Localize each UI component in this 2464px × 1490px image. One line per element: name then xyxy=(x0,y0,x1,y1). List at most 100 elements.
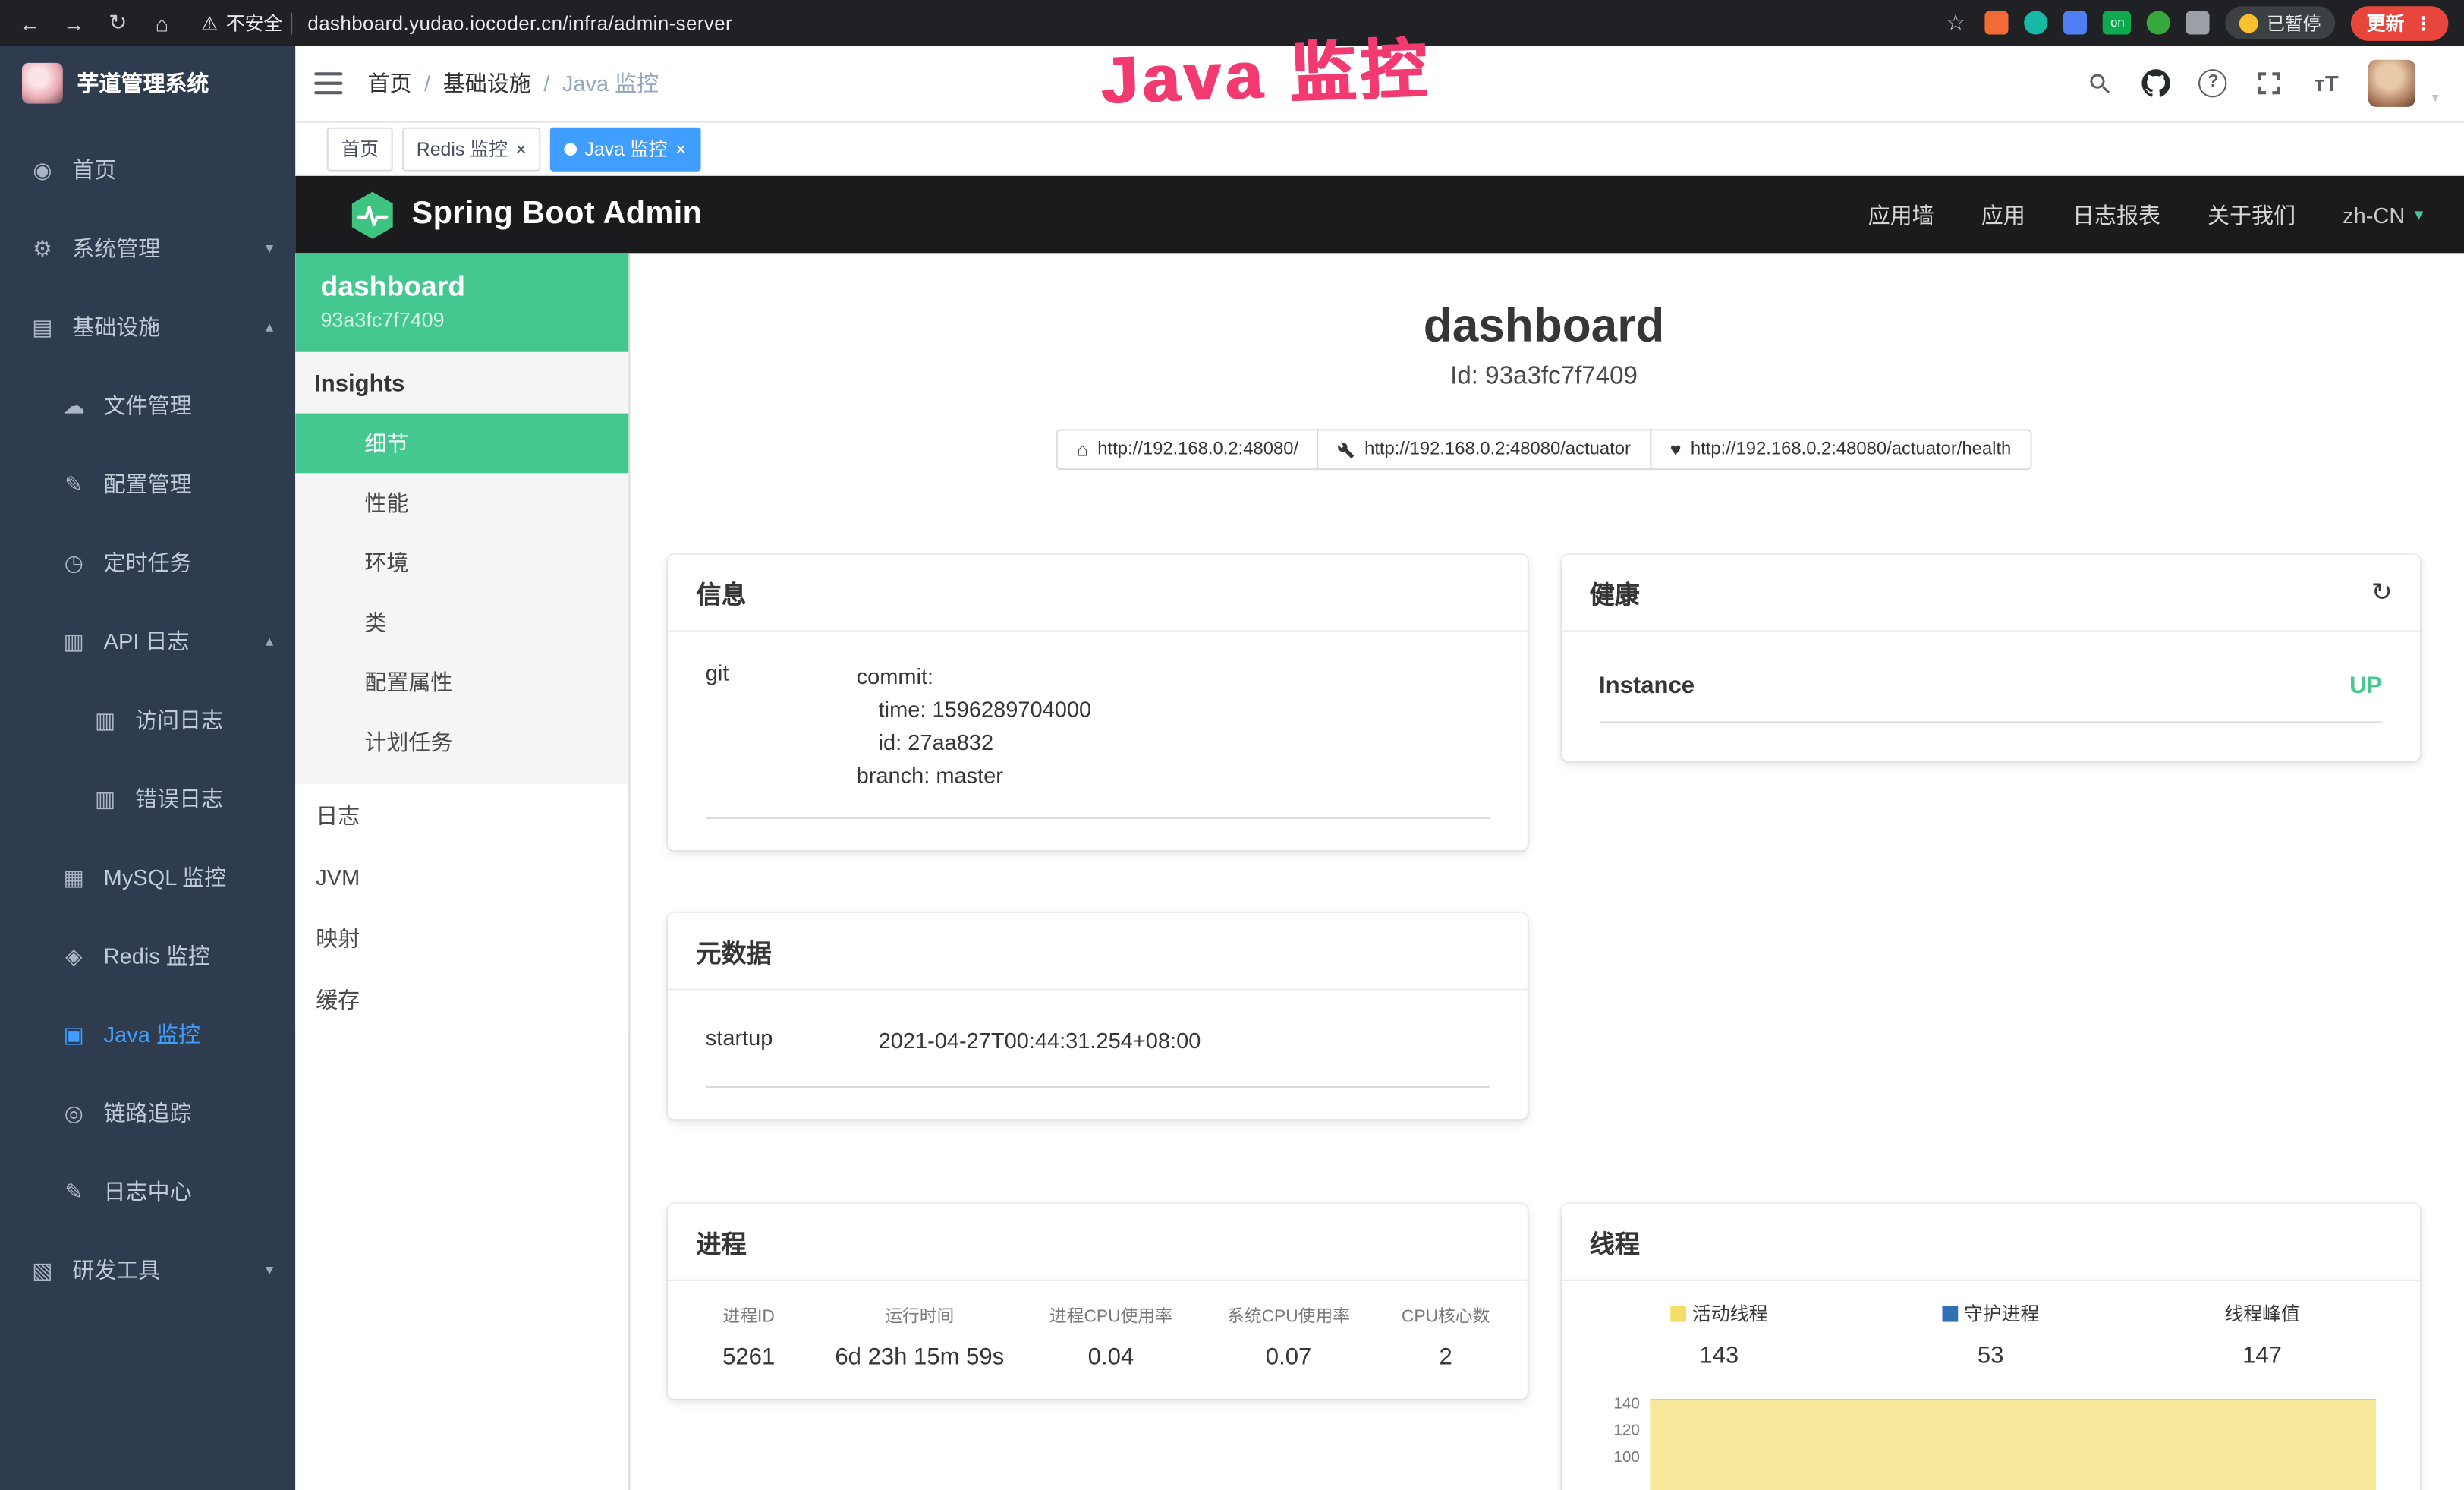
back-icon[interactable]: ← xyxy=(16,10,44,35)
sidebar-item-trace[interactable]: ◎ 链路追踪 xyxy=(0,1073,295,1152)
sba-item-scheduled-tasks[interactable]: 计划任务 xyxy=(295,712,628,772)
info-card: 信息 git commit: time: 1596289704000 id: 2… xyxy=(668,555,1527,850)
live-threads-area xyxy=(1649,1399,2376,1490)
instance-title: dashboard xyxy=(668,301,2420,354)
extension-icon[interactable] xyxy=(1985,11,2009,34)
sba-instance-header[interactable]: dashboard 93a3fc7f7409 xyxy=(295,253,628,351)
browser-home-icon[interactable]: ⌂ xyxy=(148,10,176,35)
health-row-instance[interactable]: Instance UP xyxy=(1599,654,2382,723)
user-avatar[interactable] xyxy=(2369,60,2416,107)
sidebar-item-devtools[interactable]: ▧ 研发工具 ▾ xyxy=(0,1230,295,1309)
history-icon[interactable]: ↺ xyxy=(2371,577,2392,608)
sidebar-item-log-center[interactable]: ✎ 日志中心 xyxy=(0,1152,295,1231)
address-bar[interactable]: dashboard.yudao.iocoder.cn/infra/admin-s… xyxy=(307,12,732,34)
sba-item-caches[interactable]: 缓存 xyxy=(295,969,628,1030)
sidebar-item-config-manage[interactable]: ✎ 配置管理 xyxy=(0,445,295,524)
process-col-header: 进程ID xyxy=(681,1303,817,1328)
font-size-icon[interactable]: тT xyxy=(2312,69,2340,97)
sidebar-item-java-monitor[interactable]: ▣ Java 监控 xyxy=(0,995,295,1074)
sba-content: dashboard Id: 93a3fc7f7409 ⌂ http://192.… xyxy=(630,253,2464,1490)
sidebar-item-redis-monitor[interactable]: ◈ Redis 监控 xyxy=(0,916,295,995)
sba-item-environment[interactable]: 环境 xyxy=(295,533,628,593)
sba-nav-about[interactable]: 关于我们 xyxy=(2208,199,2296,230)
sba-item-classes[interactable]: 类 xyxy=(295,593,628,653)
sidebar-item-schedule[interactable]: ◷ 定时任务 xyxy=(0,524,295,603)
sidebar-item-label: Redis 监控 xyxy=(104,940,210,971)
url-divider xyxy=(291,12,292,34)
sba-item-metrics[interactable]: 性能 xyxy=(295,473,628,533)
tag-java-monitor[interactable]: Java 监控 × xyxy=(550,127,700,171)
clock-icon: ◷ xyxy=(60,550,88,576)
sba-nav-wallboard[interactable]: 应用墙 xyxy=(1868,199,1934,230)
forward-icon[interactable]: → xyxy=(60,10,88,35)
sidebar-item-mysql-monitor[interactable]: ▦ MySQL 监控 xyxy=(0,838,295,917)
sba-nav-journal[interactable]: 日志报表 xyxy=(2072,199,2160,230)
bookmark-star-icon[interactable]: ☆ xyxy=(1941,9,1969,36)
sba-item-mappings[interactable]: 映射 xyxy=(295,907,628,969)
extension-icon[interactable] xyxy=(2064,11,2088,34)
sidebar-item-api-log[interactable]: ▥ API 日志 ▴ xyxy=(0,602,295,681)
process-col-header: 系统CPU使用率 xyxy=(1200,1303,1377,1328)
help-icon[interactable]: ? xyxy=(2199,69,2227,97)
github-icon[interactable] xyxy=(2142,69,2170,97)
sidebar-item-error-log[interactable]: ▥ 错误日志 xyxy=(0,759,295,838)
extension-icon[interactable] xyxy=(2025,11,2048,34)
tag-redis-monitor[interactable]: Redis 监控 × xyxy=(402,127,540,171)
process-card-title: 进程 xyxy=(696,1223,746,1261)
process-uptime: 6d 23h 15m 59s xyxy=(817,1344,1022,1371)
metadata-card: 元数据 startup 2021-04-27T00:44:31.254+08:0… xyxy=(668,913,1527,1119)
fullscreen-icon[interactable] xyxy=(2256,69,2284,97)
sba-nav-applications[interactable]: 应用 xyxy=(1981,199,2025,230)
sidebar-item-label: 研发工具 xyxy=(72,1254,160,1285)
app-topbar: 首页 / 基础设施 / Java 监控 ? xyxy=(295,46,2464,122)
instance-links: ⌂ http://192.168.0.2:48080/ http://192.1… xyxy=(668,429,2420,470)
close-icon[interactable]: × xyxy=(515,139,527,158)
sba-item-configprops[interactable]: 配置属性 xyxy=(295,652,628,712)
actuator-url-button[interactable]: http://192.168.0.2:48080/actuator xyxy=(1317,429,1651,470)
close-icon[interactable]: × xyxy=(675,139,687,158)
browser-menu-icon[interactable]: ⋮ xyxy=(2414,12,2433,34)
app-logo[interactable]: 芋道管理系统 xyxy=(0,46,295,121)
database-icon: ▦ xyxy=(60,864,88,890)
sidebar-item-label: 基础设施 xyxy=(72,311,160,342)
sidebar-item-access-log[interactable]: ▥ 访问日志 xyxy=(0,681,295,760)
health-url-button[interactable]: ♥ http://192.168.0.2:48080/actuator/heal… xyxy=(1650,429,2031,470)
sba-section-insights: Insights xyxy=(295,352,628,414)
live-threads-value: 143 xyxy=(1583,1342,1855,1369)
legend-daemon-threads: 守护进程 xyxy=(1855,1300,2126,1327)
metadata-row-startup: startup 2021-04-27T00:44:31.254+08:00 xyxy=(706,997,1489,1088)
legend-swatch xyxy=(1942,1306,1958,1321)
sba-brand[interactable]: Spring Boot Admin xyxy=(349,190,703,240)
collapse-menu-icon[interactable] xyxy=(314,72,342,94)
threads-chart: 140 120 100 xyxy=(1583,1391,2398,1490)
security-chip[interactable]: ⚠ 不安全 xyxy=(201,9,292,36)
process-col-header: 进程CPU使用率 xyxy=(1022,1303,1200,1328)
extension-icon[interactable] xyxy=(2148,11,2171,34)
sidebar-item-home[interactable]: ◉ 首页 xyxy=(0,131,295,209)
reload-icon[interactable]: ↻ xyxy=(104,9,132,36)
breadcrumb-infrastructure[interactable]: 基础设施 xyxy=(443,68,531,99)
sidebar-item-infrastructure[interactable]: ▤ 基础设施 ▴ xyxy=(0,288,295,367)
sba-item-jvm[interactable]: JVM xyxy=(295,846,628,907)
sba-item-logs[interactable]: 日志 xyxy=(295,784,628,846)
update-button[interactable]: 更新 ⋮ xyxy=(2351,5,2448,40)
extension-on-icon[interactable]: on xyxy=(2104,11,2132,34)
sidebar-item-file-manage[interactable]: ☁ 文件管理 xyxy=(0,366,295,445)
instance-id-line: Id: 93a3fc7f7409 xyxy=(668,363,2420,391)
breadcrumb: 首页 / 基础设施 / Java 监控 xyxy=(368,68,659,99)
health-instance-label: Instance xyxy=(1599,673,1695,699)
paused-badge[interactable]: 已暂停 xyxy=(2226,6,2335,39)
locale-select[interactable]: zh-CN ▾ xyxy=(2343,202,2423,227)
sidebar-item-system[interactable]: ⚙ 系统管理 ▾ xyxy=(0,209,295,288)
info-row-git: git commit: time: 1596289704000 id: 27aa… xyxy=(706,638,1489,819)
threads-card: 线程 活动线程 守护进程 xyxy=(1561,1204,2420,1490)
sidebar-item-label: 链路追踪 xyxy=(104,1097,192,1128)
service-url-button[interactable]: ⌂ http://192.168.0.2:48080/ xyxy=(1056,429,1319,470)
metadata-value: 2021-04-27T00:44:31.254+08:00 xyxy=(879,1025,1201,1057)
search-icon[interactable] xyxy=(2086,69,2114,97)
breadcrumb-home[interactable]: 首页 xyxy=(368,68,412,99)
tag-home[interactable]: 首页 xyxy=(327,127,393,171)
extension-puzzle-icon[interactable] xyxy=(2186,11,2210,34)
sba-item-details[interactable]: 细节 xyxy=(295,414,628,474)
sidebar-item-label: 错误日志 xyxy=(135,783,223,814)
